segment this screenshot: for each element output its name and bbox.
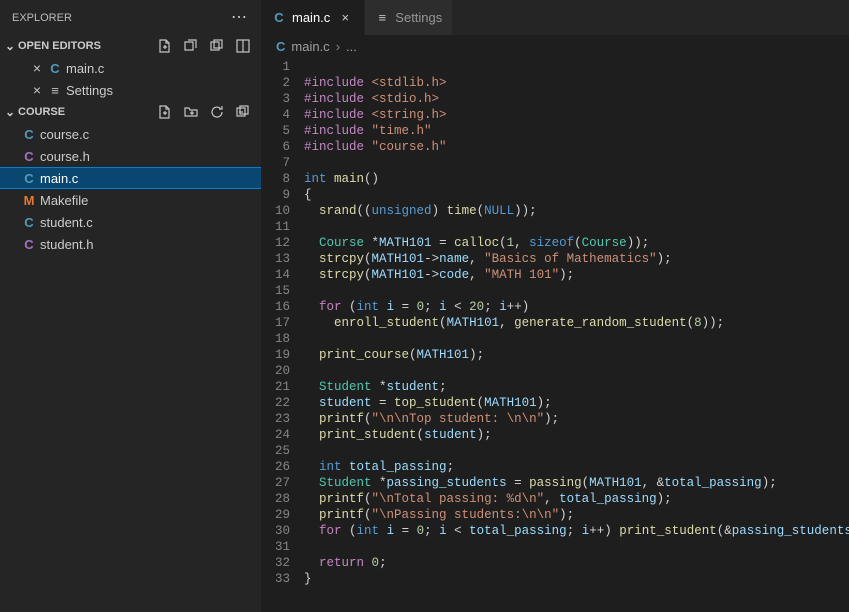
refresh-icon[interactable] bbox=[209, 104, 225, 120]
folder-header[interactable]: ⌄ COURSE bbox=[0, 101, 261, 123]
file-label: course.h bbox=[38, 149, 90, 164]
code-editor[interactable]: 1234567891011121314151617181920212223242… bbox=[262, 57, 849, 612]
close-icon[interactable]: × bbox=[28, 82, 46, 98]
file-icon: C bbox=[46, 61, 64, 76]
file-icon: C bbox=[20, 171, 38, 186]
file-icon: C bbox=[20, 149, 38, 164]
file-icon: ≡ bbox=[375, 10, 389, 25]
file-icon: C bbox=[20, 127, 38, 142]
file-icon: ≡ bbox=[46, 83, 64, 98]
new-file-icon[interactable] bbox=[157, 104, 173, 120]
tab-label: main.c bbox=[292, 10, 330, 25]
file-tree-item[interactable]: Cstudent.c bbox=[0, 211, 261, 233]
breadcrumb-rest: ... bbox=[346, 39, 357, 54]
file-c-icon: C bbox=[276, 39, 285, 54]
file-label: course.c bbox=[38, 127, 89, 142]
new-folder-icon[interactable] bbox=[183, 104, 199, 120]
line-gutter: 1234567891011121314151617181920212223242… bbox=[262, 59, 304, 612]
file-label: Settings bbox=[64, 83, 113, 98]
chevron-down-icon: ⌄ bbox=[2, 105, 18, 119]
open-editors-title: OPEN EDITORS bbox=[18, 40, 157, 52]
editor-group: Cmain.c × ≡ Settings C main.c › ... 1234567… bbox=[262, 0, 849, 612]
file-label: student.c bbox=[38, 215, 93, 230]
save-all-icon[interactable] bbox=[183, 38, 199, 54]
close-icon[interactable]: × bbox=[28, 60, 46, 76]
file-icon: C bbox=[272, 10, 286, 25]
explorer-more-icon[interactable]: ⋯ bbox=[231, 10, 249, 26]
new-file-icon[interactable] bbox=[157, 38, 173, 54]
file-tree-item[interactable]: MMakefile bbox=[0, 189, 261, 211]
file-tree-item[interactable]: Cstudent.h bbox=[0, 233, 261, 255]
toggle-vertical-icon[interactable] bbox=[235, 38, 251, 54]
file-icon: C bbox=[20, 237, 38, 252]
open-editors-header[interactable]: ⌄ OPEN EDITORS bbox=[0, 35, 261, 57]
file-icon: M bbox=[20, 193, 38, 208]
file-label: main.c bbox=[38, 171, 78, 186]
editor-tab[interactable]: Cmain.c × bbox=[262, 0, 365, 35]
open-editor-item[interactable]: ×≡Settings bbox=[0, 79, 261, 101]
tab-bar: Cmain.c × ≡ Settings bbox=[262, 0, 849, 35]
close-icon[interactable]: × bbox=[336, 10, 354, 25]
close-all-icon[interactable] bbox=[209, 38, 225, 54]
file-tree-item[interactable]: Ccourse.h bbox=[0, 145, 261, 167]
editor-tab[interactable]: ≡ Settings bbox=[365, 0, 453, 35]
folder-title: COURSE bbox=[18, 106, 157, 118]
file-label: Makefile bbox=[38, 193, 88, 208]
file-tree-item[interactable]: Ccourse.c bbox=[0, 123, 261, 145]
file-label: student.h bbox=[38, 237, 94, 252]
explorer-header: EXPLORER ⋯ bbox=[0, 0, 261, 35]
chevron-right-icon: › bbox=[336, 39, 340, 54]
open-editor-item[interactable]: ×Cmain.c bbox=[0, 57, 261, 79]
folder-list: Ccourse.cCcourse.hCmain.cMMakefileCstude… bbox=[0, 123, 261, 255]
file-label: main.c bbox=[64, 61, 104, 76]
code-content[interactable]: #include <stdlib.h>#include <stdio.h>#in… bbox=[304, 59, 849, 612]
chevron-down-icon: ⌄ bbox=[2, 39, 18, 53]
breadcrumb-file: main.c bbox=[291, 39, 329, 54]
file-icon: C bbox=[20, 215, 38, 230]
explorer-title: EXPLORER bbox=[12, 12, 72, 24]
breadcrumb[interactable]: C main.c › ... bbox=[262, 35, 849, 57]
collapse-all-icon[interactable] bbox=[235, 104, 251, 120]
file-tree-item[interactable]: Cmain.c bbox=[0, 167, 261, 189]
open-editors-list: ×Cmain.c×≡Settings bbox=[0, 57, 261, 101]
explorer-sidebar: EXPLORER ⋯ ⌄ OPEN EDITORS ×Cmain.c×≡Sett… bbox=[0, 0, 262, 612]
tab-label: Settings bbox=[395, 10, 442, 25]
